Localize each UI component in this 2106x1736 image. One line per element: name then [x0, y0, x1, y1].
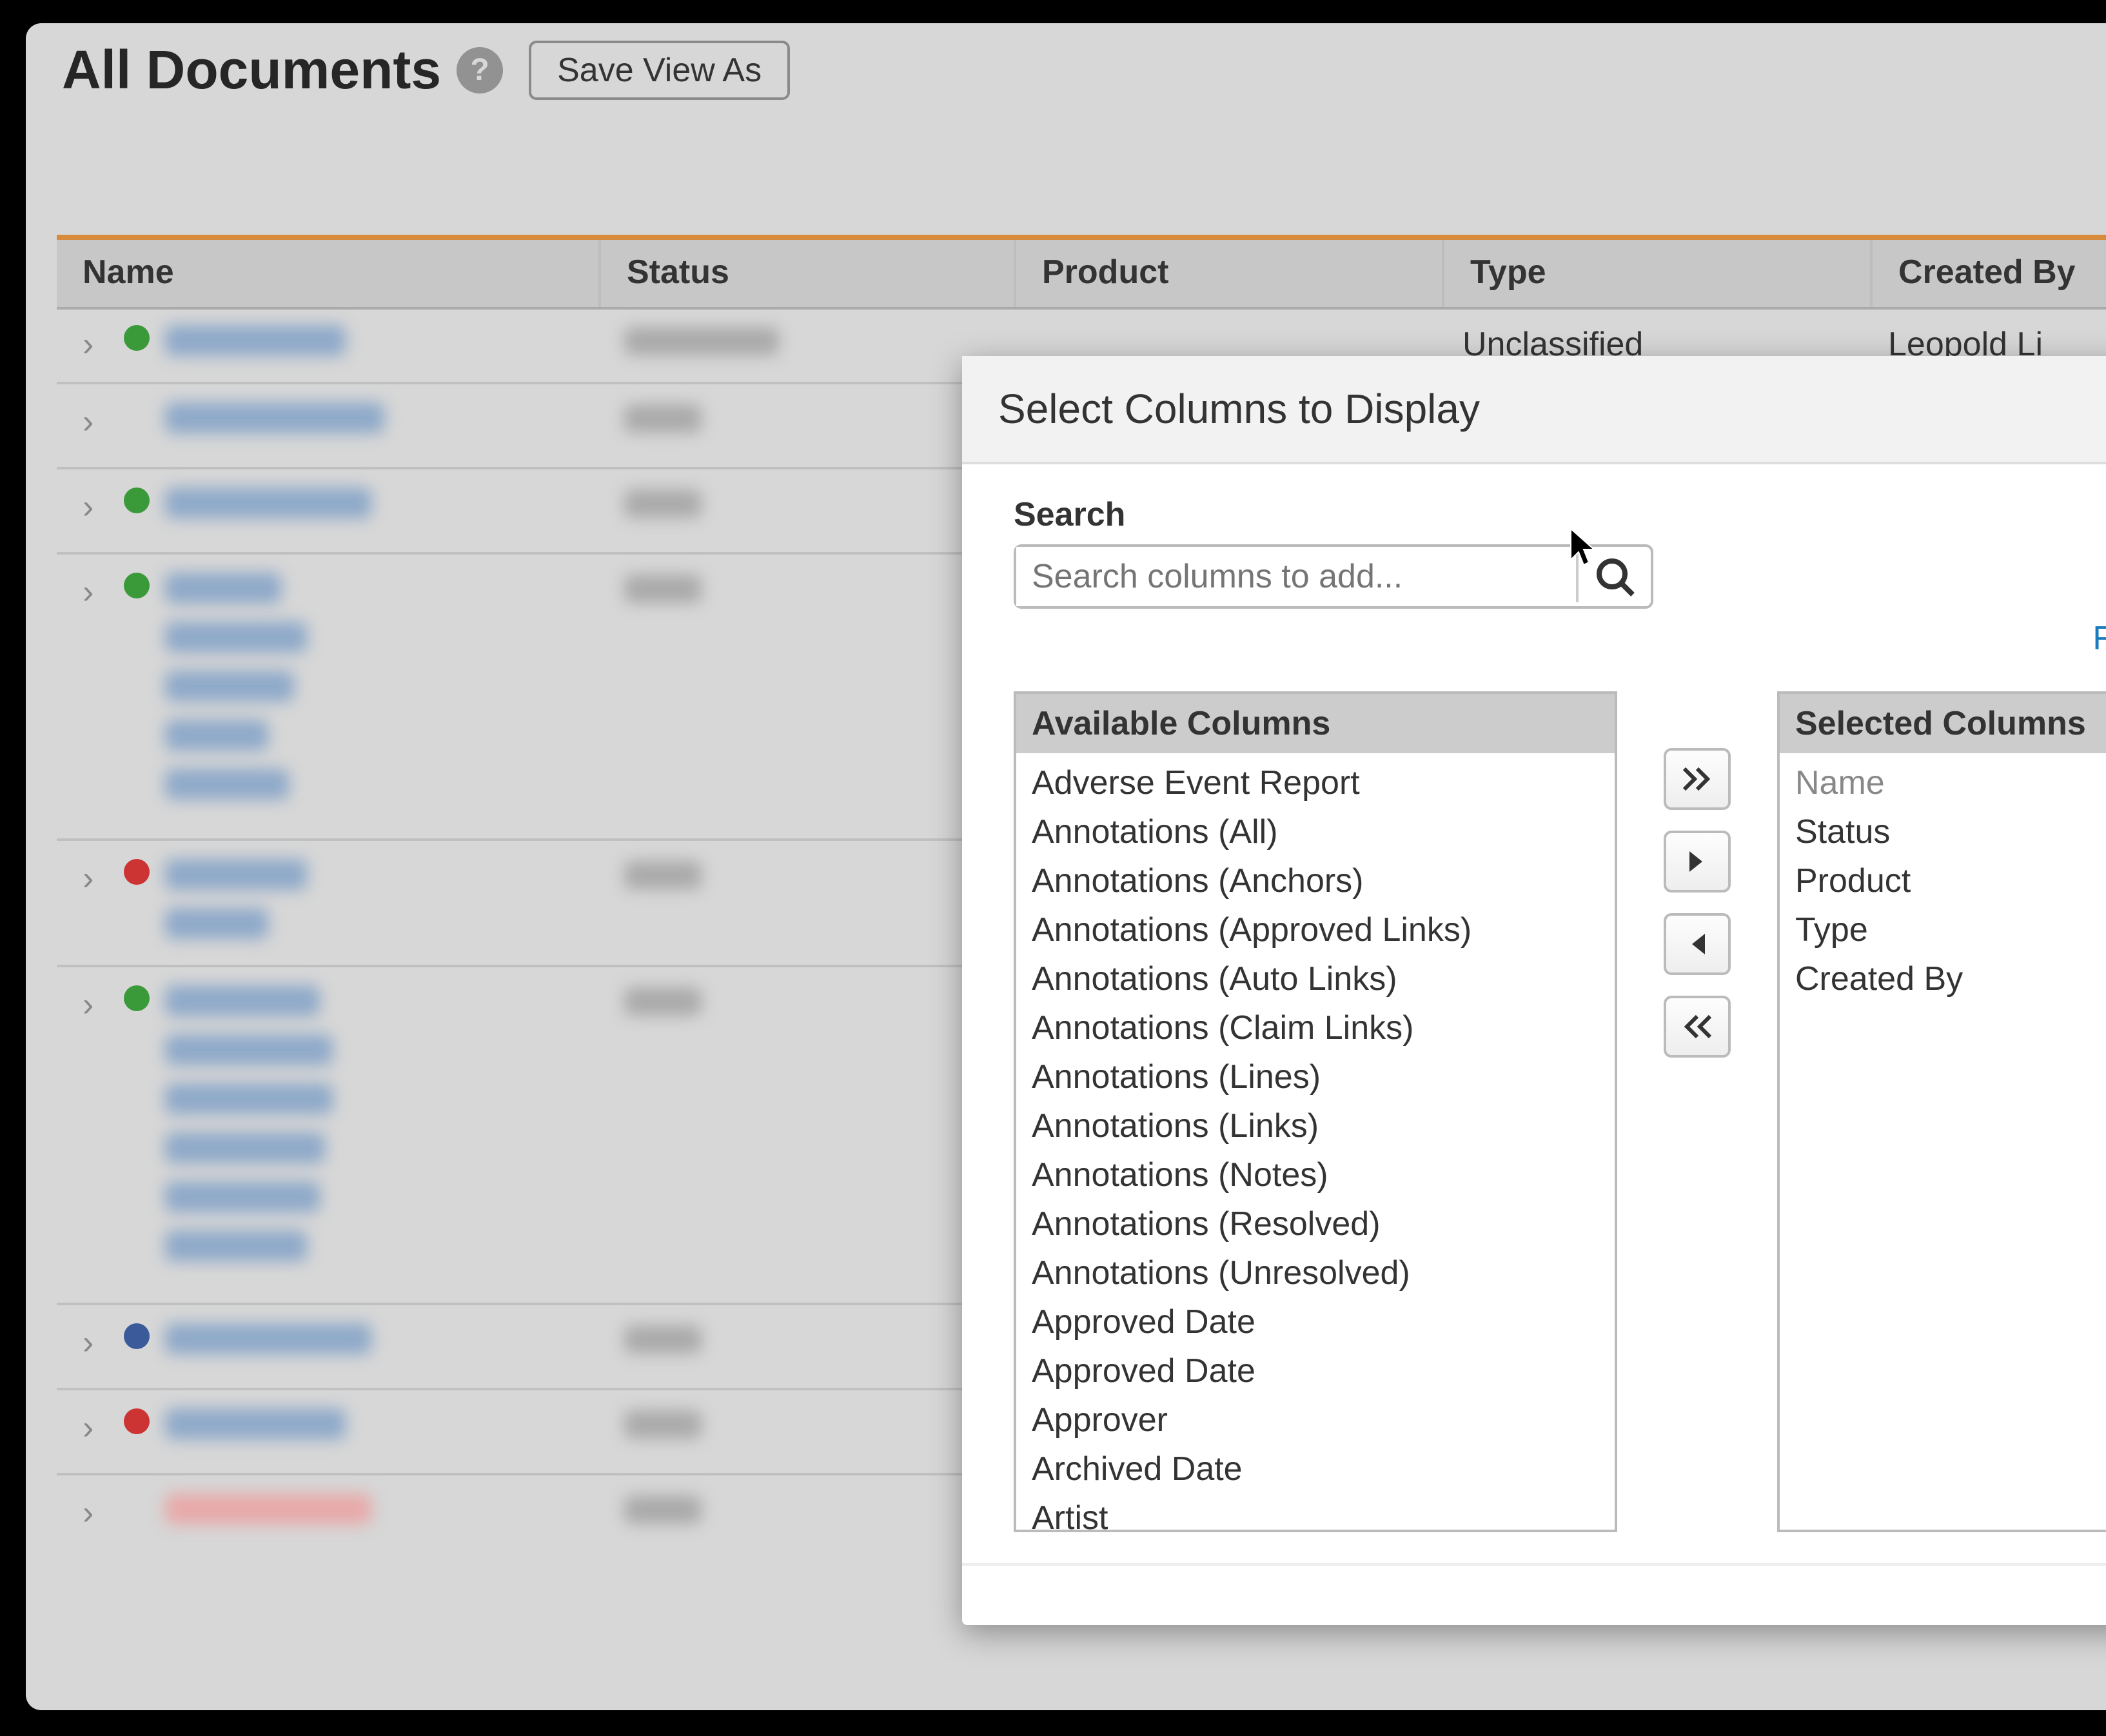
modal-header: Select Columns to Display ✕ — [962, 356, 2106, 464]
restore-defaults-link[interactable]: Restore defaults — [2092, 619, 2106, 658]
list-item[interactable]: Annotations (Claim Links) — [1016, 1003, 1615, 1052]
selected-columns-header: Selected Columns — [1780, 694, 2106, 753]
select-columns-modal: Select Columns to Display ✕ Search Resto… — [962, 356, 2106, 1625]
modal-body: Search Restore defaults Available Column… — [962, 464, 2106, 1563]
page-title: All Documents — [62, 39, 441, 101]
list-item[interactable]: Annotations (Links) — [1016, 1101, 1615, 1150]
app-window: All Documents ? Save View As 1-25 of 696… — [26, 23, 2106, 1710]
move-buttons-column — [1664, 748, 1731, 1058]
search-input[interactable] — [1016, 547, 1576, 606]
search-icon — [1594, 556, 1635, 597]
list-item[interactable]: Approver — [1016, 1396, 1615, 1445]
search-button[interactable] — [1576, 551, 1651, 602]
list-item[interactable]: Approved Date — [1016, 1297, 1615, 1346]
add-button[interactable] — [1664, 831, 1731, 893]
list-item[interactable]: Annotations (Unresolved) — [1016, 1248, 1615, 1297]
right-icon — [1687, 849, 1707, 874]
selected-columns-body[interactable]: Name Status Product Type Created By — [1780, 753, 2106, 1530]
list-item[interactable]: Approved Date — [1016, 1346, 1615, 1396]
column-header-name[interactable]: Name — [57, 240, 601, 307]
list-item[interactable]: Annotations (Anchors) — [1016, 856, 1615, 905]
list-item[interactable]: Annotations (Lines) — [1016, 1052, 1615, 1101]
search-label: Search — [1014, 495, 2106, 534]
available-columns-listbox[interactable]: Available Columns Adverse Event Report A… — [1014, 691, 1617, 1532]
available-columns-body[interactable]: Adverse Event Report Annotations (All) A… — [1016, 753, 1615, 1530]
list-item[interactable]: Created By — [1780, 954, 2106, 1003]
list-item[interactable]: Name — [1780, 758, 2106, 807]
remove-all-button[interactable] — [1664, 996, 1731, 1058]
column-header-status[interactable]: Status — [601, 240, 1016, 307]
column-header-product[interactable]: Product — [1016, 240, 1444, 307]
header-divider — [57, 235, 2106, 240]
selected-columns-listbox[interactable]: Selected Columns Name Status Product Typ… — [1777, 691, 2106, 1532]
list-item[interactable]: Archived Date — [1016, 1445, 1615, 1494]
list-item[interactable]: Type — [1780, 905, 2106, 954]
list-item[interactable]: Annotations (Resolved) — [1016, 1199, 1615, 1248]
list-item[interactable]: Status — [1780, 807, 2106, 856]
list-item[interactable]: Adverse Event Report — [1016, 758, 1615, 807]
search-field-wrap — [1014, 544, 1653, 609]
double-right-icon — [1682, 766, 1713, 792]
save-view-as-button[interactable]: Save View As — [529, 41, 790, 100]
modal-footer: Cancel Save — [962, 1563, 2106, 1690]
list-item[interactable]: Product — [1780, 856, 2106, 905]
column-header-created-by[interactable]: Created By — [1873, 240, 2106, 307]
remove-button[interactable] — [1664, 913, 1731, 975]
list-item[interactable]: Annotations (Approved Links) — [1016, 905, 1615, 954]
page-header: All Documents ? Save View As — [26, 23, 2106, 117]
left-icon — [1687, 931, 1707, 957]
double-left-icon — [1682, 1014, 1713, 1040]
modal-title: Select Columns to Display — [998, 385, 1480, 433]
add-all-button[interactable] — [1664, 748, 1731, 810]
table-header: Name Status Product Type Created By — [57, 240, 2106, 310]
list-item[interactable]: Annotations (Auto Links) — [1016, 954, 1615, 1003]
list-item[interactable]: Annotations (All) — [1016, 807, 1615, 856]
column-header-type[interactable]: Type — [1444, 240, 1873, 307]
list-item[interactable]: Artist — [1016, 1494, 1615, 1530]
available-columns-header: Available Columns — [1016, 694, 1615, 753]
columns-area: Available Columns Adverse Event Report A… — [1014, 691, 2106, 1532]
list-item[interactable]: Annotations (Notes) — [1016, 1150, 1615, 1199]
help-icon[interactable]: ? — [457, 47, 503, 94]
